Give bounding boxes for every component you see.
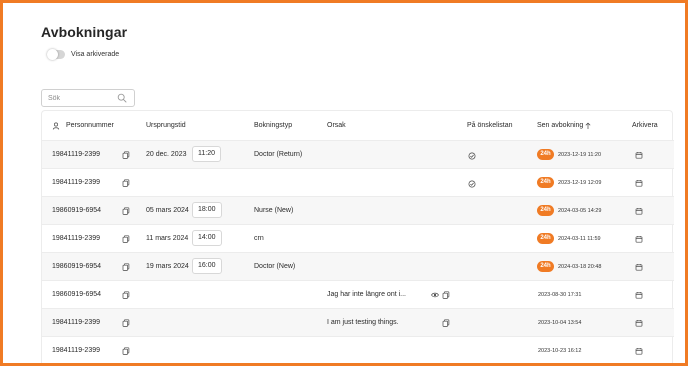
booking-type: crn — [254, 235, 264, 242]
original-date: 20 dec. 2023 — [146, 151, 187, 158]
cancellation-timestamp: 2023-10-04 13:54 — [538, 320, 582, 326]
arrow-up-icon[interactable] — [584, 122, 592, 130]
original-date: 11 mars 2024 — [146, 235, 189, 242]
cancellation-timestamp: 2024-03-05 14:29 — [558, 208, 602, 214]
personnummer-cell: 19841119-2399 — [52, 179, 101, 186]
show-archived-toggle-row[interactable]: Visa arkiverade — [47, 49, 120, 60]
booking-type: Nurse (New) — [254, 207, 294, 214]
table-row: 19841119-2399 I am just testing things. 20… — [42, 309, 674, 337]
archive-icon[interactable] — [635, 207, 643, 215]
copy-icon[interactable] — [122, 207, 130, 215]
app-frame: Avbokningar Visa arkiverade Personnummer… — [0, 0, 688, 366]
table-row: 19841119-2399 20 dec. 2023 11:20 Doctor (Re… — [42, 141, 674, 169]
personnummer-cell: 19841119-2399 — [52, 347, 101, 354]
original-date: 19 mars 2024 — [146, 263, 189, 270]
eye-icon[interactable] — [431, 291, 439, 299]
cancellation-timestamp: 2023-10-23 16:12 — [538, 348, 582, 354]
table-header: Personnummer Ursprungstid Bokningstyp Or… — [42, 111, 674, 141]
search-box[interactable] — [41, 89, 135, 107]
cancellation-timestamp: 2023-12-19 12:09 — [558, 180, 602, 186]
original-time-chip: 16:00 — [192, 258, 222, 274]
cancellation-timestamp: 2023-12-19 11:20 — [558, 152, 602, 158]
copy-icon[interactable] — [122, 179, 130, 187]
original-time-chip: 11:20 — [192, 146, 221, 162]
cancellations-table: Personnummer Ursprungstid Bokningstyp Or… — [41, 110, 674, 363]
archive-icon[interactable] — [635, 235, 643, 243]
check-circle-icon — [468, 152, 476, 160]
copy-icon[interactable] — [122, 347, 130, 355]
copy-icon[interactable] — [122, 151, 130, 159]
column-bokningstyp[interactable]: Bokningstyp — [254, 122, 292, 129]
table-row: 19841119-2399 11 mars 2024 14:00 crn 24h 2024… — [42, 225, 674, 253]
cancellation-timestamp: 2024-03-18 20:48 — [558, 264, 602, 270]
table-row: 19860919-6954 Jag har inte längre ont i..… — [42, 281, 674, 309]
late-cancellation-badge: 24h — [537, 205, 554, 216]
late-cancellation-badge: 24h — [537, 149, 554, 160]
original-time-chip: 18:00 — [192, 202, 222, 218]
page-title: Avbokningar — [41, 24, 128, 40]
personnummer-cell: 19841119-2399 — [52, 151, 101, 158]
table-row: 19841119-2399 24h 2023-12-19 12:09 — [42, 169, 674, 197]
column-arkivera[interactable]: Arkivera — [632, 122, 658, 129]
check-circle-icon — [468, 180, 476, 188]
archive-icon[interactable] — [635, 179, 643, 187]
archive-icon[interactable] — [635, 347, 643, 355]
archive-icon[interactable] — [635, 291, 643, 299]
personnummer-cell: 19841119-2399 — [52, 235, 101, 242]
copy-icon[interactable] — [122, 235, 130, 243]
show-archived-label: Visa arkiverade — [71, 51, 120, 58]
archive-icon[interactable] — [635, 263, 643, 271]
copy-icon[interactable] — [442, 319, 450, 327]
personnummer-cell: 19841119-2399 — [52, 319, 101, 326]
column-ursprungstid[interactable]: Ursprungstid — [146, 122, 186, 129]
column-onskelistan[interactable]: På önskelistan — [467, 122, 513, 129]
reason-text: Jag har inte längre ont i... — [327, 291, 406, 298]
copy-icon[interactable] — [122, 291, 130, 299]
late-cancellation-badge: 24h — [537, 261, 554, 272]
original-time-chip: 14:00 — [192, 230, 222, 246]
table-row: 19841119-2399 2023-10-23 16:12 — [42, 337, 674, 363]
column-personnummer[interactable]: Personnummer — [66, 122, 114, 129]
copy-icon[interactable] — [122, 319, 130, 327]
search-icon[interactable] — [117, 93, 127, 103]
personnummer-cell: 19860919-6954 — [52, 263, 102, 270]
booking-type: Doctor (Return) — [254, 151, 303, 158]
table-row: 19860919-6954 19 mars 2024 16:00 Doctor (Ne… — [42, 253, 674, 281]
personnummer-cell: 19860919-6954 — [52, 291, 102, 298]
cancellation-timestamp: 2024-03-11 11:59 — [558, 236, 601, 242]
column-sen-avbokning[interactable]: Sen avbokning — [537, 122, 583, 129]
copy-icon[interactable] — [122, 263, 130, 271]
copy-icon[interactable] — [442, 291, 450, 299]
archive-icon[interactable] — [635, 151, 643, 159]
search-input[interactable] — [48, 94, 114, 102]
column-orsak[interactable]: Orsak — [327, 122, 346, 129]
late-cancellation-badge: 24h — [537, 233, 554, 244]
show-archived-toggle[interactable] — [47, 49, 65, 60]
cancellation-timestamp: 2023-08-30 17:31 — [538, 292, 582, 298]
reason-text: I am just testing things. — [327, 319, 399, 326]
personnummer-cell: 19860919-6954 — [52, 207, 102, 214]
person-icon — [52, 122, 60, 130]
archive-icon[interactable] — [635, 319, 643, 327]
table-row: 19860919-6954 05 mars 2024 18:00 Nurse (New… — [42, 197, 674, 225]
booking-type: Doctor (New) — [254, 263, 296, 270]
original-date: 05 mars 2024 — [146, 207, 189, 214]
toggle-knob — [47, 49, 58, 60]
late-cancellation-badge: 24h — [537, 177, 554, 188]
